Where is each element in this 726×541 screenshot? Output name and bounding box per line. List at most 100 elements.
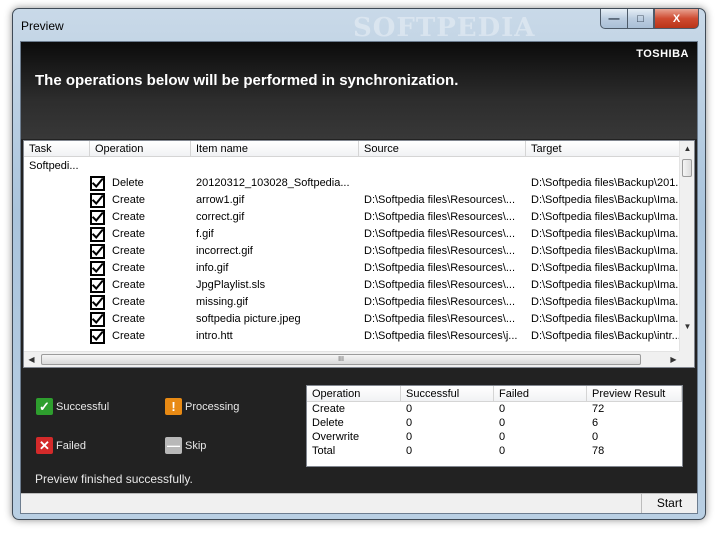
target-cell: D:\Softpedia files\Backup\201...: [531, 177, 681, 189]
summary-cell: Create: [312, 403, 346, 415]
title-bar[interactable]: Preview SOFTPEDIA — □ X: [13, 9, 705, 43]
item-name-cell: f.gif: [196, 228, 214, 240]
item-name-cell: 20120312_103028_Softpedia...: [196, 177, 350, 189]
maximize-button[interactable]: □: [627, 9, 654, 29]
column-header-operation[interactable]: Operation: [90, 141, 191, 157]
close-button[interactable]: X: [654, 9, 699, 29]
horizontal-scrollbar[interactable]: ◀ III ▶: [24, 351, 681, 367]
summary-cell: 0: [499, 417, 506, 429]
caption-buttons: — □ X: [600, 9, 699, 29]
target-cell: D:\Softpedia files\Backup\intr...: [531, 330, 681, 342]
summary-cell: 6: [592, 417, 599, 429]
list-item[interactable]: Create info.gif D:\Softpedia files\Resourc…: [24, 260, 681, 277]
column-header-task[interactable]: Task: [24, 141, 90, 157]
item-name-cell: missing.gif: [196, 296, 248, 308]
list-item[interactable]: Create JpgPlaylist.sls D:\Softpedia files\…: [24, 277, 681, 294]
legend-skip: — Skip: [165, 437, 206, 454]
legend-skip-label: Skip: [185, 439, 207, 452]
operation-cell: Create: [112, 313, 146, 325]
legend-processing: ! Processing: [165, 398, 239, 415]
operations-list[interactable]: Task Operation Item name Source Target S…: [23, 140, 695, 368]
scroll-left-icon[interactable]: ◀: [24, 352, 39, 367]
checkbox[interactable]: [90, 210, 105, 225]
checkbox[interactable]: [90, 329, 105, 344]
list-item[interactable]: Create missing.gif D:\Softpedia files\Reso…: [24, 294, 681, 311]
list-item[interactable]: Delete 20120312_103028_Softpedia... D:\Sof…: [24, 175, 681, 192]
target-cell: D:\Softpedia files\Backup\Ima...: [531, 279, 681, 291]
summary-cell: 0: [499, 445, 506, 457]
list-item[interactable]: Create f.gif D:\Softpedia files\Resources\…: [24, 226, 681, 243]
operation-cell: Create: [112, 262, 146, 274]
group-row[interactable]: Softpedi...: [24, 158, 681, 175]
horizontal-scroll-thumb[interactable]: III: [41, 354, 641, 365]
source-cell: D:\Softpedia files\Resources\...: [364, 211, 516, 223]
list-body: Softpedi... Delete 20120312_103028_Softpe…: [24, 158, 681, 352]
legend-failed: ✕ Failed: [36, 437, 86, 454]
column-header-item-name[interactable]: Item name: [191, 141, 359, 157]
source-cell: D:\Softpedia files\Resources\...: [364, 194, 516, 206]
summary-table: Operation Successful Failed Preview Resu…: [306, 385, 683, 467]
minimize-button[interactable]: —: [600, 9, 627, 29]
summary-row: Create 0 0 72: [307, 402, 682, 416]
summary-header-operation[interactable]: Operation: [307, 386, 401, 402]
summary-row: Total 0 0 78: [307, 444, 682, 458]
operation-cell: Create: [112, 211, 146, 223]
column-header-source[interactable]: Source: [359, 141, 526, 157]
summary-cell: 0: [406, 417, 413, 429]
window-title: Preview: [21, 19, 64, 33]
checkbox[interactable]: [90, 312, 105, 327]
operation-cell: Create: [112, 228, 146, 240]
client-area: TOSHIBA The operations below will be per…: [20, 41, 698, 514]
item-name-cell: softpedia picture.jpeg: [196, 313, 301, 325]
list-item[interactable]: Create incorrect.gif D:\Softpedia files\Re…: [24, 243, 681, 260]
watermark: SOFTPEDIA: [353, 13, 536, 43]
item-name-cell: intro.htt: [196, 330, 233, 342]
list-item[interactable]: Create arrow1.gif D:\Softpedia files\Resou…: [24, 192, 681, 209]
summary-cell: 72: [592, 403, 605, 415]
summary-header: Operation Successful Failed Preview Resu…: [307, 386, 682, 402]
checkbox[interactable]: [90, 176, 105, 191]
header-banner: TOSHIBA The operations below will be per…: [21, 42, 697, 139]
summary-header-preview-result[interactable]: Preview Result: [587, 386, 682, 402]
vertical-scrollbar[interactable]: ▲ ▼: [679, 141, 694, 352]
summary-header-successful[interactable]: Successful: [401, 386, 494, 402]
item-name-cell: arrow1.gif: [196, 194, 245, 206]
vertical-scroll-thumb[interactable]: [682, 159, 692, 177]
target-cell: D:\Softpedia files\Backup\Ima...: [531, 313, 681, 325]
source-cell: D:\Softpedia files\Resources\...: [364, 296, 516, 308]
checkbox[interactable]: [90, 261, 105, 276]
summary-header-failed[interactable]: Failed: [494, 386, 587, 402]
checkbox[interactable]: [90, 278, 105, 293]
preview-window: Preview SOFTPEDIA — □ X TOSHIBA The oper…: [12, 8, 706, 520]
minus-icon: —: [165, 437, 182, 454]
scroll-down-icon[interactable]: ▼: [680, 319, 694, 334]
operation-cell: Create: [112, 279, 146, 291]
brand-logo: TOSHIBA: [636, 48, 689, 60]
group-label: Softpedi...: [29, 160, 79, 172]
status-message: Preview finished successfully.: [35, 472, 193, 486]
summary-cell: 0: [406, 445, 413, 457]
item-name-cell: correct.gif: [196, 211, 245, 223]
column-header-target[interactable]: Target: [526, 141, 681, 157]
x-mark-icon: ✕: [36, 437, 53, 454]
checkbox[interactable]: [90, 193, 105, 208]
scroll-corner: [679, 351, 694, 367]
summary-row: Delete 0 0 6: [307, 416, 682, 430]
list-item[interactable]: Create softpedia picture.jpeg D:\Softpedia…: [24, 311, 681, 328]
list-item[interactable]: Create intro.htt D:\Softpedia files\Resour…: [24, 328, 681, 345]
source-cell: D:\Softpedia files\Resources\...: [364, 245, 516, 257]
summary-cell: 0: [406, 431, 413, 443]
checkbox[interactable]: [90, 227, 105, 242]
target-cell: D:\Softpedia files\Backup\Ima...: [531, 262, 681, 274]
operation-cell: Create: [112, 330, 146, 342]
summary-cell: 78: [592, 445, 605, 457]
checkbox[interactable]: [90, 295, 105, 310]
start-button[interactable]: Start: [641, 494, 697, 513]
checkbox[interactable]: [90, 244, 105, 259]
summary-cell: 0: [499, 403, 506, 415]
summary-cell: 0: [406, 403, 413, 415]
list-item[interactable]: Create correct.gif D:\Softpedia files\Reso…: [24, 209, 681, 226]
scroll-up-icon[interactable]: ▲: [680, 141, 694, 156]
target-cell: D:\Softpedia files\Backup\Ima...: [531, 228, 681, 240]
summary-cell: Total: [312, 445, 336, 457]
